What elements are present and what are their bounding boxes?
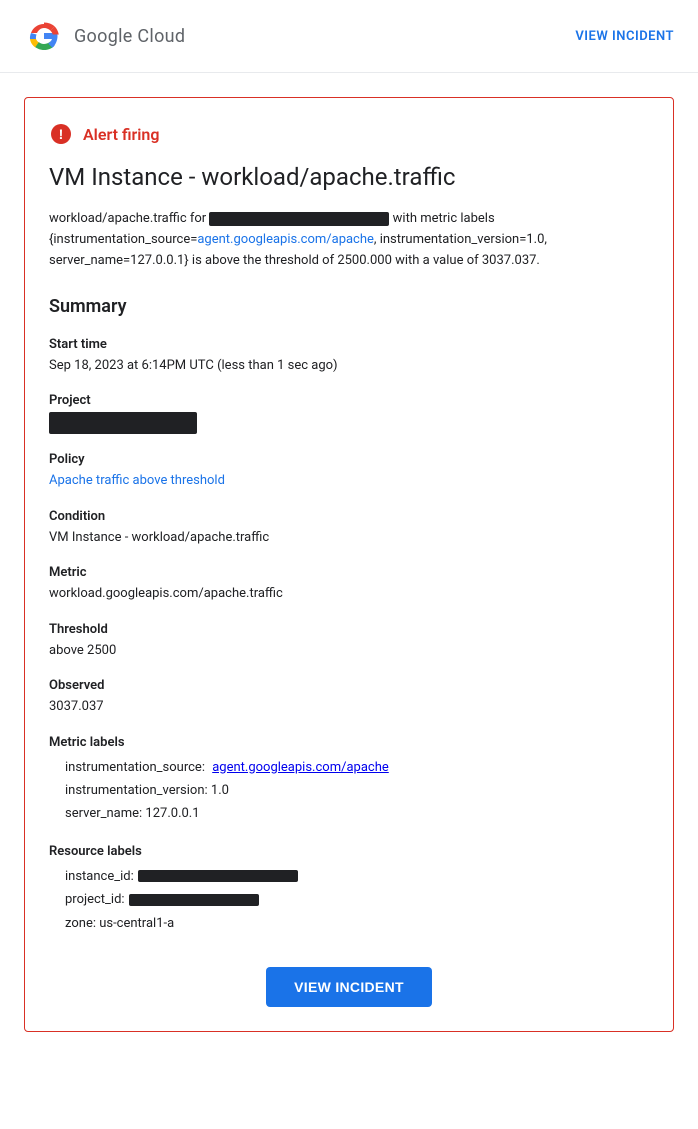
observed-value: 3037.037 [49,697,649,717]
project-redacted-value [49,412,197,434]
metric-label: Metric [49,565,649,580]
metric-labels-title: Metric labels [49,735,649,750]
zone-value: zone: us-central1-a [65,912,174,935]
condition-section: Condition VM Instance - workload/apache.… [49,509,649,548]
instance-id-redacted [138,870,298,882]
metric-section: Metric workload.googleapis.com/apache.tr… [49,565,649,604]
project-id-label: project_id: [65,888,125,911]
header: Google Cloud VIEW INCIDENT [0,0,698,73]
metric-labels-section: Metric labels instrumentation_source: ag… [49,735,649,826]
main-content: ! Alert firing VM Instance - workload/ap… [0,97,698,1072]
start-time-label: Start time [49,337,649,352]
alert-card: ! Alert firing VM Instance - workload/ap… [24,97,674,1032]
start-time-value: Sep 18, 2023 at 6:14PM UTC (less than 1 … [49,356,649,376]
policy-label: Policy [49,452,649,467]
observed-section: Observed 3037.037 [49,678,649,717]
summary-title: Summary [49,296,649,317]
threshold-value: above 2500 [49,641,649,661]
condition-value: VM Instance - workload/apache.traffic [49,528,649,548]
instance-id-row: instance_id: [49,865,649,888]
zone-row: zone: us-central1-a [49,912,649,935]
instrumentation-source-label: instrumentation_source: [65,760,205,775]
project-id-row: project_id: [49,888,649,911]
instrumentation-version-value: instrumentation_version: 1.0 [65,783,229,798]
project-label: Project [49,393,649,408]
logo-area: Google Cloud [24,16,185,56]
svg-text:!: ! [59,126,64,142]
resource-labels-section: Resource labels instance_id: project_id:… [49,844,649,935]
metric-value: workload.googleapis.com/apache.traffic [49,584,649,604]
alert-firing-icon: ! [49,122,73,146]
alert-firing-label: Alert firing [83,125,159,144]
description: workload/apache.traffic for with metric … [49,209,649,271]
redacted-instance [209,212,389,226]
policy-section: Policy Apache traffic above threshold [49,452,649,491]
server-name-value: server_name: 127.0.0.1 [65,806,200,821]
incident-title: VM Instance - workload/apache.traffic [49,162,649,193]
header-view-incident-link[interactable]: VIEW INCIDENT [575,29,674,44]
google-cloud-logo-icon [24,16,64,56]
start-time-section: Start time Sep 18, 2023 at 6:14PM UTC (l… [49,337,649,376]
project-id-redacted [129,894,259,906]
threshold-section: Threshold above 2500 [49,622,649,661]
threshold-label: Threshold [49,622,649,637]
apache-link-desc[interactable]: agent.googleapis.com/apache [197,232,374,247]
desc-prefix: workload/apache.traffic for [49,211,206,226]
condition-label: Condition [49,509,649,524]
instrumentation-source-row: instrumentation_source: agent.googleapis… [49,756,649,779]
instrumentation-source-link[interactable]: agent.googleapis.com/apache [212,760,389,775]
observed-label: Observed [49,678,649,693]
instance-id-label: instance_id: [65,865,134,888]
logo-text: Google Cloud [74,26,185,47]
resource-labels-title: Resource labels [49,844,649,859]
server-name-row: server_name: 127.0.0.1 [49,802,649,825]
instrumentation-version-row: instrumentation_version: 1.0 [49,779,649,802]
alert-firing-header: ! Alert firing [49,122,649,146]
policy-link[interactable]: Apache traffic above threshold [49,473,225,488]
project-section: Project [49,393,649,434]
view-incident-button[interactable]: VIEW INCIDENT [266,967,432,1007]
